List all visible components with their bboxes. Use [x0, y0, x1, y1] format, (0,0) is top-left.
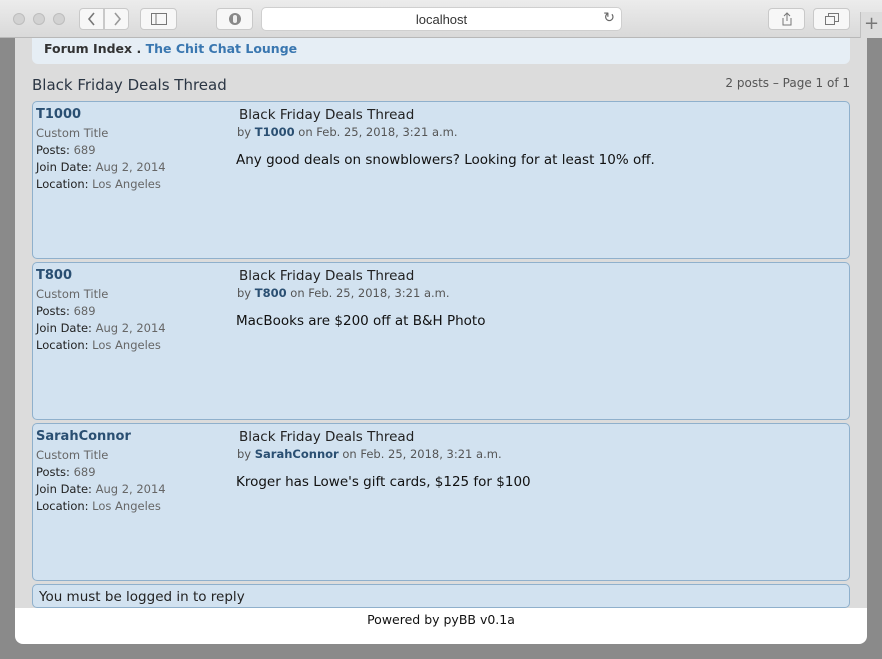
posts-label: Posts: [36, 465, 70, 479]
by-label: by [237, 447, 252, 461]
posts-label: Posts: [36, 304, 70, 318]
post-date: Feb. 25, 2018, 3:21 a.m. [308, 286, 450, 300]
post-date: Feb. 25, 2018, 3:21 a.m. [316, 125, 458, 139]
join-date-label: Join Date: [36, 482, 92, 496]
by-label: by [237, 125, 252, 139]
posts-value: 689 [73, 143, 96, 157]
breadcrumb-separator: . [136, 41, 142, 56]
web-page: Forum Index . The Chit Chat Lounge Black… [15, 38, 867, 644]
join-date-label: Join Date: [36, 160, 92, 174]
share-icon [782, 12, 791, 26]
post-username[interactable]: T1000 [36, 107, 81, 122]
post-custom-title: Custom Title [36, 448, 109, 462]
post-author-link[interactable]: T1000 [255, 125, 295, 139]
post-custom-title: Custom Title [36, 287, 109, 301]
on-label: on [342, 447, 357, 461]
post: T800 Custom Title Posts: 689 Join Date: … [32, 262, 850, 420]
posts-value: 689 [73, 304, 96, 318]
sidebar-button[interactable] [140, 8, 177, 30]
post-title: Black Friday Deals Thread [239, 107, 415, 123]
location-row: Location: Los Angeles [36, 499, 161, 513]
location-row: Location: Los Angeles [36, 177, 161, 191]
join-date-row: Join Date: Aug 2, 2014 [36, 160, 166, 174]
sidebar-icon [150, 13, 167, 25]
post: SarahConnor Custom Title Posts: 689 Join… [32, 423, 850, 581]
post-body: Any good deals on snowblowers? Looking f… [236, 152, 655, 168]
zoom-window-icon[interactable] [53, 13, 65, 25]
reply-login-notice: You must be logged in to reply [32, 584, 850, 608]
share-button[interactable] [768, 8, 805, 30]
post-count-row: Posts: 689 [36, 143, 96, 157]
address-bar[interactable]: localhost ↻ [261, 7, 622, 31]
post-username[interactable]: SarahConnor [36, 429, 131, 444]
footer-powered-by: Powered by pyBB v0.1a [367, 612, 515, 627]
forward-button[interactable] [104, 8, 129, 30]
post-date: Feb. 25, 2018, 3:21 a.m. [360, 447, 502, 461]
posts-value: 689 [73, 465, 96, 479]
post-username[interactable]: T800 [36, 268, 72, 283]
breadcrumb-current-forum[interactable]: The Chit Chat Lounge [146, 41, 298, 56]
minimize-window-icon[interactable] [33, 13, 45, 25]
location-value: Los Angeles [92, 338, 161, 352]
post-author-link[interactable]: SarahConnor [255, 447, 339, 461]
location-row: Location: Los Angeles [36, 338, 161, 352]
post-byline: by T800 on Feb. 25, 2018, 3:21 a.m. [237, 286, 450, 300]
join-date-value: Aug 2, 2014 [95, 160, 166, 174]
thread-title: Black Friday Deals Thread [32, 76, 227, 94]
post-title: Black Friday Deals Thread [239, 429, 415, 445]
post-byline: by SarahConnor on Feb. 25, 2018, 3:21 a.… [237, 447, 502, 461]
breadcrumb-forum-index[interactable]: Forum Index [44, 41, 132, 56]
on-label: on [298, 125, 313, 139]
location-value: Los Angeles [92, 177, 161, 191]
post-body: MacBooks are $200 off at B&H Photo [236, 313, 486, 329]
breadcrumb: Forum Index . The Chit Chat Lounge [32, 38, 850, 64]
back-button[interactable] [79, 8, 104, 30]
post: T1000 Custom Title Posts: 689 Join Date:… [32, 101, 850, 259]
join-date-row: Join Date: Aug 2, 2014 [36, 321, 166, 335]
by-label: by [237, 286, 252, 300]
pagination-info: 2 posts – Page 1 of 1 [725, 76, 850, 90]
post-byline: by T1000 on Feb. 25, 2018, 3:21 a.m. [237, 125, 458, 139]
reload-icon[interactable]: ↻ [603, 10, 615, 26]
posts-label: Posts: [36, 143, 70, 157]
chevron-left-icon [87, 12, 95, 26]
post-title: Black Friday Deals Thread [239, 268, 415, 284]
post-custom-title: Custom Title [36, 126, 109, 140]
forum-main: Forum Index . The Chit Chat Lounge Black… [15, 38, 867, 608]
shield-icon [228, 13, 241, 25]
join-date-value: Aug 2, 2014 [95, 321, 166, 335]
new-tab-button[interactable]: + [860, 12, 882, 38]
reply-login-text: You must be logged in to reply [39, 589, 245, 605]
join-date-row: Join Date: Aug 2, 2014 [36, 482, 166, 496]
browser-toolbar: localhost ↻ + [0, 0, 882, 38]
location-label: Location: [36, 177, 89, 191]
location-label: Location: [36, 338, 89, 352]
tabs-overview-button[interactable] [813, 8, 850, 30]
location-value: Los Angeles [92, 499, 161, 513]
url-text: localhost [415, 12, 468, 27]
chevron-right-icon [113, 12, 121, 26]
privacy-button[interactable] [216, 8, 253, 30]
on-label: on [290, 286, 305, 300]
post-count-row: Posts: 689 [36, 304, 96, 318]
post-author-link[interactable]: T800 [255, 286, 287, 300]
location-label: Location: [36, 499, 89, 513]
join-date-value: Aug 2, 2014 [95, 482, 166, 496]
join-date-label: Join Date: [36, 321, 92, 335]
post-count-row: Posts: 689 [36, 465, 96, 479]
close-window-icon[interactable] [13, 13, 25, 25]
post-body: Kroger has Lowe's gift cards, $125 for $… [236, 474, 531, 490]
tabs-icon [824, 13, 839, 25]
